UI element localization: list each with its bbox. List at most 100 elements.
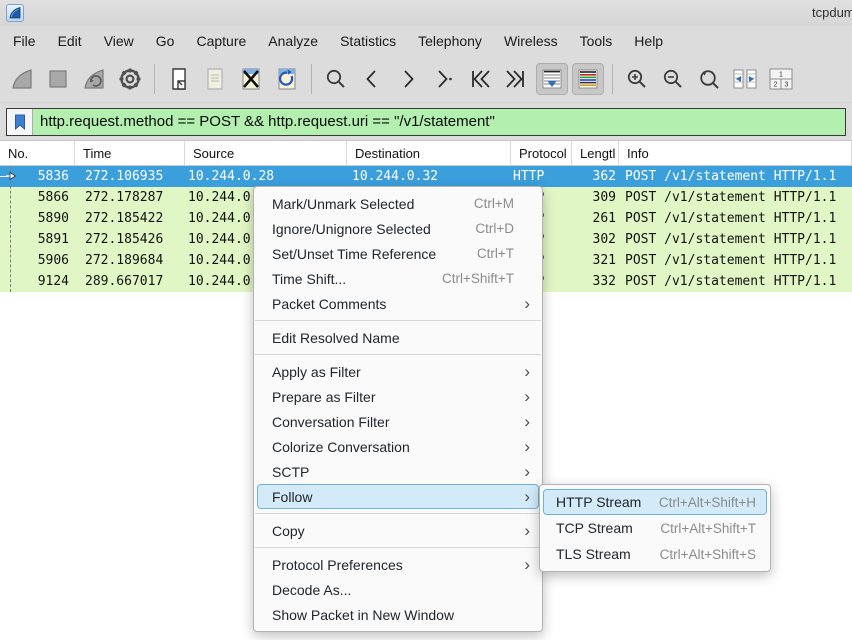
menu-item-label: Protocol Preferences: [272, 557, 518, 573]
stop-capture-button[interactable]: [42, 63, 74, 95]
menu-item-show-packet-new-window[interactable]: Show Packet in New Window: [257, 602, 539, 627]
menu-wireless[interactable]: Wireless: [493, 26, 569, 56]
column-header-source[interactable]: Source: [185, 141, 347, 165]
restart-capture-button[interactable]: [78, 63, 110, 95]
svg-text:2: 2: [774, 82, 778, 89]
menu-view[interactable]: View: [93, 26, 145, 56]
cell-time: 289.667017: [75, 274, 185, 289]
cell-no: 9124: [0, 274, 75, 289]
menu-item-packet-comments[interactable]: Packet Comments ›: [257, 291, 539, 316]
packet-list-header: No. Time Source Destination Protocol Len…: [0, 140, 852, 166]
submenu-item-shortcut: Ctrl+Alt+Shift+H: [659, 495, 756, 510]
title-bar: tcpdump: [0, 0, 852, 26]
column-header-no[interactable]: No.: [0, 141, 75, 165]
zoom-in-button[interactable]: [621, 63, 653, 95]
menu-item-time-reference[interactable]: Set/Unset Time Reference Ctrl+T: [257, 241, 539, 266]
main-toolbar: 1 2 3: [0, 56, 852, 102]
menu-statistics[interactable]: Statistics: [329, 26, 407, 56]
svg-text:3: 3: [785, 82, 789, 89]
menu-item-shortcut: Ctrl+D: [475, 221, 514, 236]
menu-item-label: SCTP: [272, 464, 518, 480]
menu-analyze[interactable]: Analyze: [257, 26, 329, 56]
cell-info: POST /v1/statement HTTP/1.1: [619, 253, 852, 268]
toolbar-separator: [311, 64, 312, 94]
menu-bar: File Edit View Go Capture Analyze Statis…: [0, 26, 852, 56]
menu-item-apply-as-filter[interactable]: Apply as Filter ›: [257, 359, 539, 384]
column-header-length[interactable]: Lengtl: [572, 141, 619, 165]
cell-no: 5866: [0, 190, 75, 205]
cell-time: 272.185426: [75, 232, 185, 247]
filter-bookmark-icon[interactable]: [7, 109, 33, 135]
menu-item-mark-unmark[interactable]: Mark/Unmark Selected Ctrl+M: [257, 191, 539, 216]
menu-item-conversation-filter[interactable]: Conversation Filter ›: [257, 409, 539, 434]
shark-fin-icon: [10, 67, 34, 91]
zoom-reset-button[interactable]: [693, 63, 725, 95]
find-packet-button[interactable]: [320, 63, 352, 95]
reload-file-icon: [274, 66, 300, 92]
open-file-button[interactable]: [163, 63, 195, 95]
menu-item-label: Set/Unset Time Reference: [272, 246, 477, 262]
menu-capture[interactable]: Capture: [185, 26, 257, 56]
layout-icon: 1 2 3: [768, 67, 794, 91]
menu-separator: [255, 354, 541, 355]
menu-item-follow[interactable]: Follow ›: [257, 484, 539, 509]
menu-item-prepare-as-filter[interactable]: Prepare as Filter ›: [257, 384, 539, 409]
submenu-item-label: TLS Stream: [556, 546, 660, 562]
zoom-out-button[interactable]: [657, 63, 689, 95]
menu-separator: [255, 513, 541, 514]
resize-columns-button[interactable]: [729, 63, 761, 95]
packet-row[interactable]: 5836 272.106935 10.244.0.28 10.244.0.32 …: [0, 166, 852, 187]
menu-item-edit-resolved-name[interactable]: Edit Resolved Name: [257, 325, 539, 350]
menu-item-colorize-conversation[interactable]: Colorize Conversation ›: [257, 434, 539, 459]
menu-edit[interactable]: Edit: [47, 26, 93, 56]
start-capture-button[interactable]: [6, 63, 38, 95]
submenu-item-http-stream[interactable]: HTTP Stream Ctrl+Alt+Shift+H: [543, 489, 767, 515]
cell-source: 10.244.0.28: [185, 169, 347, 184]
zoom-reset-icon: [697, 67, 721, 91]
go-forward-button[interactable]: [392, 63, 424, 95]
display-filter-input[interactable]: http.request.method == POST && http.requ…: [6, 108, 846, 136]
menu-item-sctp[interactable]: SCTP ›: [257, 459, 539, 484]
menu-separator: [255, 547, 541, 548]
menu-go[interactable]: Go: [145, 26, 186, 56]
menu-item-time-shift[interactable]: Time Shift... Ctrl+Shift+T: [257, 266, 539, 291]
last-packet-button[interactable]: [500, 63, 532, 95]
menu-item-label: Apply as Filter: [272, 364, 518, 380]
svg-text:1: 1: [779, 72, 783, 79]
menu-telephony[interactable]: Telephony: [407, 26, 493, 56]
last-packet-icon: [504, 67, 528, 91]
first-packet-button[interactable]: [464, 63, 496, 95]
close-file-button[interactable]: [235, 63, 267, 95]
save-file-icon: [203, 67, 227, 91]
menu-item-decode-as[interactable]: Decode As...: [257, 577, 539, 602]
go-back-button[interactable]: [356, 63, 388, 95]
menu-file[interactable]: File: [2, 26, 47, 56]
submenu-item-tls-stream[interactable]: TLS Stream Ctrl+Alt+Shift+S: [543, 541, 767, 567]
layout-button[interactable]: 1 2 3: [765, 63, 797, 95]
column-header-info[interactable]: Info: [619, 141, 852, 165]
submenu-item-tcp-stream[interactable]: TCP Stream Ctrl+Alt+Shift+T: [543, 515, 767, 541]
cell-time: 272.178287: [75, 190, 185, 205]
filter-expression-text[interactable]: http.request.method == POST && http.requ…: [33, 109, 845, 135]
save-file-button[interactable]: [199, 63, 231, 95]
menu-item-protocol-preferences[interactable]: Protocol Preferences ›: [257, 552, 539, 577]
column-header-protocol[interactable]: Protocol: [511, 141, 572, 165]
column-header-time[interactable]: Time: [75, 141, 185, 165]
reload-file-button[interactable]: [271, 63, 303, 95]
cell-info: POST /v1/statement HTTP/1.1: [619, 274, 852, 289]
menu-item-ignore-unignore[interactable]: Ignore/Unignore Selected Ctrl+D: [257, 216, 539, 241]
menu-item-copy[interactable]: Copy ›: [257, 518, 539, 543]
colorize-packets-button[interactable]: [572, 63, 604, 95]
chevron-right-icon: ›: [518, 434, 530, 459]
chevron-right-icon: ›: [518, 552, 530, 577]
menu-item-label: Prepare as Filter: [272, 389, 518, 405]
go-to-packet-button[interactable]: [428, 63, 460, 95]
menu-tools[interactable]: Tools: [569, 26, 624, 56]
capture-options-button[interactable]: [114, 63, 146, 95]
zoom-out-icon: [661, 67, 685, 91]
cell-length: 302: [572, 232, 619, 247]
auto-scroll-button[interactable]: [536, 63, 568, 95]
menu-help[interactable]: Help: [623, 26, 674, 56]
open-file-icon: [167, 67, 191, 91]
column-header-destination[interactable]: Destination: [347, 141, 511, 165]
